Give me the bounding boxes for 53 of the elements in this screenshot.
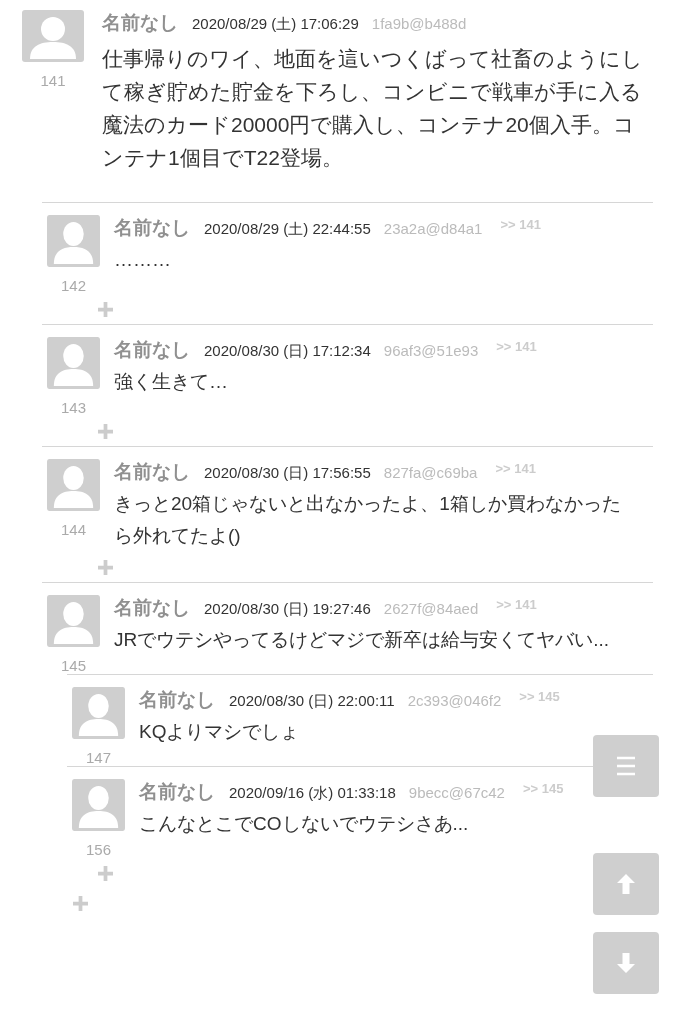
author-name: 名前なし	[139, 780, 215, 804]
plus-icon[interactable]	[98, 423, 113, 439]
comment-text: こんなとこでCOしないでウテシさあ...	[139, 812, 470, 836]
user-id: 96af3@51e93	[383, 342, 479, 359]
avatar-icon	[47, 215, 100, 267]
arrow-up-icon	[616, 873, 636, 895]
plus-icon[interactable]	[98, 865, 113, 881]
user-id: 9becc@67c42	[408, 784, 505, 801]
avatar-icon	[72, 687, 125, 739]
menu-icon	[615, 755, 637, 777]
author-name: 名前なし	[114, 216, 190, 240]
scroll-up-button[interactable]	[593, 853, 659, 915]
comment-number: 144	[61, 521, 86, 538]
comment-number: 143	[61, 399, 86, 416]
plus-icon[interactable]	[98, 301, 113, 317]
avatar-icon	[47, 595, 100, 647]
comment-text: きっと20箱じゃないと出なかったよ、1箱しか買わなかったら外れてたよ()	[114, 492, 622, 548]
arrow-down-icon	[616, 952, 636, 974]
user-id: 1fa9b@b488d	[371, 15, 467, 32]
post-date: 2020/08/30 (日) 19:27:46	[204, 600, 371, 619]
user-id: 827fa@c69ba	[383, 464, 478, 481]
comment-text: ………	[114, 248, 172, 272]
plus-icon[interactable]	[98, 559, 113, 575]
comment-text: KQよりマシでしょ	[139, 720, 301, 744]
comment-text: JRでウテシやってるけどマジで新卒は給与安くてヤバい...	[114, 628, 611, 652]
user-id: 2627f@84aed	[383, 600, 479, 617]
avatar-icon	[47, 337, 100, 389]
post-date: 2020/08/29 (土) 17:06:29	[192, 15, 359, 34]
avatar-icon	[22, 10, 84, 62]
post-date: 2020/08/30 (日) 17:56:55	[204, 464, 371, 483]
post-date: 2020/08/29 (土) 22:44:55	[204, 220, 371, 239]
menu-button[interactable]	[593, 735, 659, 797]
user-id: 2c393@046f2	[407, 692, 502, 709]
comment-number: 156	[86, 841, 111, 858]
author-name: 名前なし	[139, 688, 215, 712]
scroll-down-button[interactable]	[593, 932, 659, 994]
author-name: 名前なし	[114, 460, 190, 484]
comment-number: 142	[61, 277, 86, 294]
comment-number: 147	[86, 749, 111, 766]
author-name: 名前なし	[102, 11, 178, 35]
avatar-icon	[47, 459, 100, 511]
user-id: 23a2a@d84a1	[383, 220, 483, 237]
author-name: 名前なし	[114, 596, 190, 620]
comment-text: 強く生きて…	[114, 370, 229, 394]
comment-number: 141	[40, 72, 66, 89]
comment-number: 145	[61, 657, 86, 674]
plus-icon[interactable]	[73, 895, 88, 911]
comment-text: 仕事帰りのワイ、地面を這いつくばって社畜のようにして稼ぎ貯めた貯金を下ろし、コンビニで戦車が手に入る魔法のカード20000円で購入し、コンテナ20個入手。コンテナ1個目でT22登場。	[102, 46, 644, 171]
author-name: 名前なし	[114, 338, 190, 362]
post-date: 2020/08/30 (日) 22:00:11	[229, 692, 395, 711]
post-date: 2020/08/30 (日) 17:12:34	[204, 342, 371, 361]
post-date: 2020/09/16 (水) 01:33:18	[229, 784, 396, 803]
avatar-icon	[72, 779, 125, 831]
